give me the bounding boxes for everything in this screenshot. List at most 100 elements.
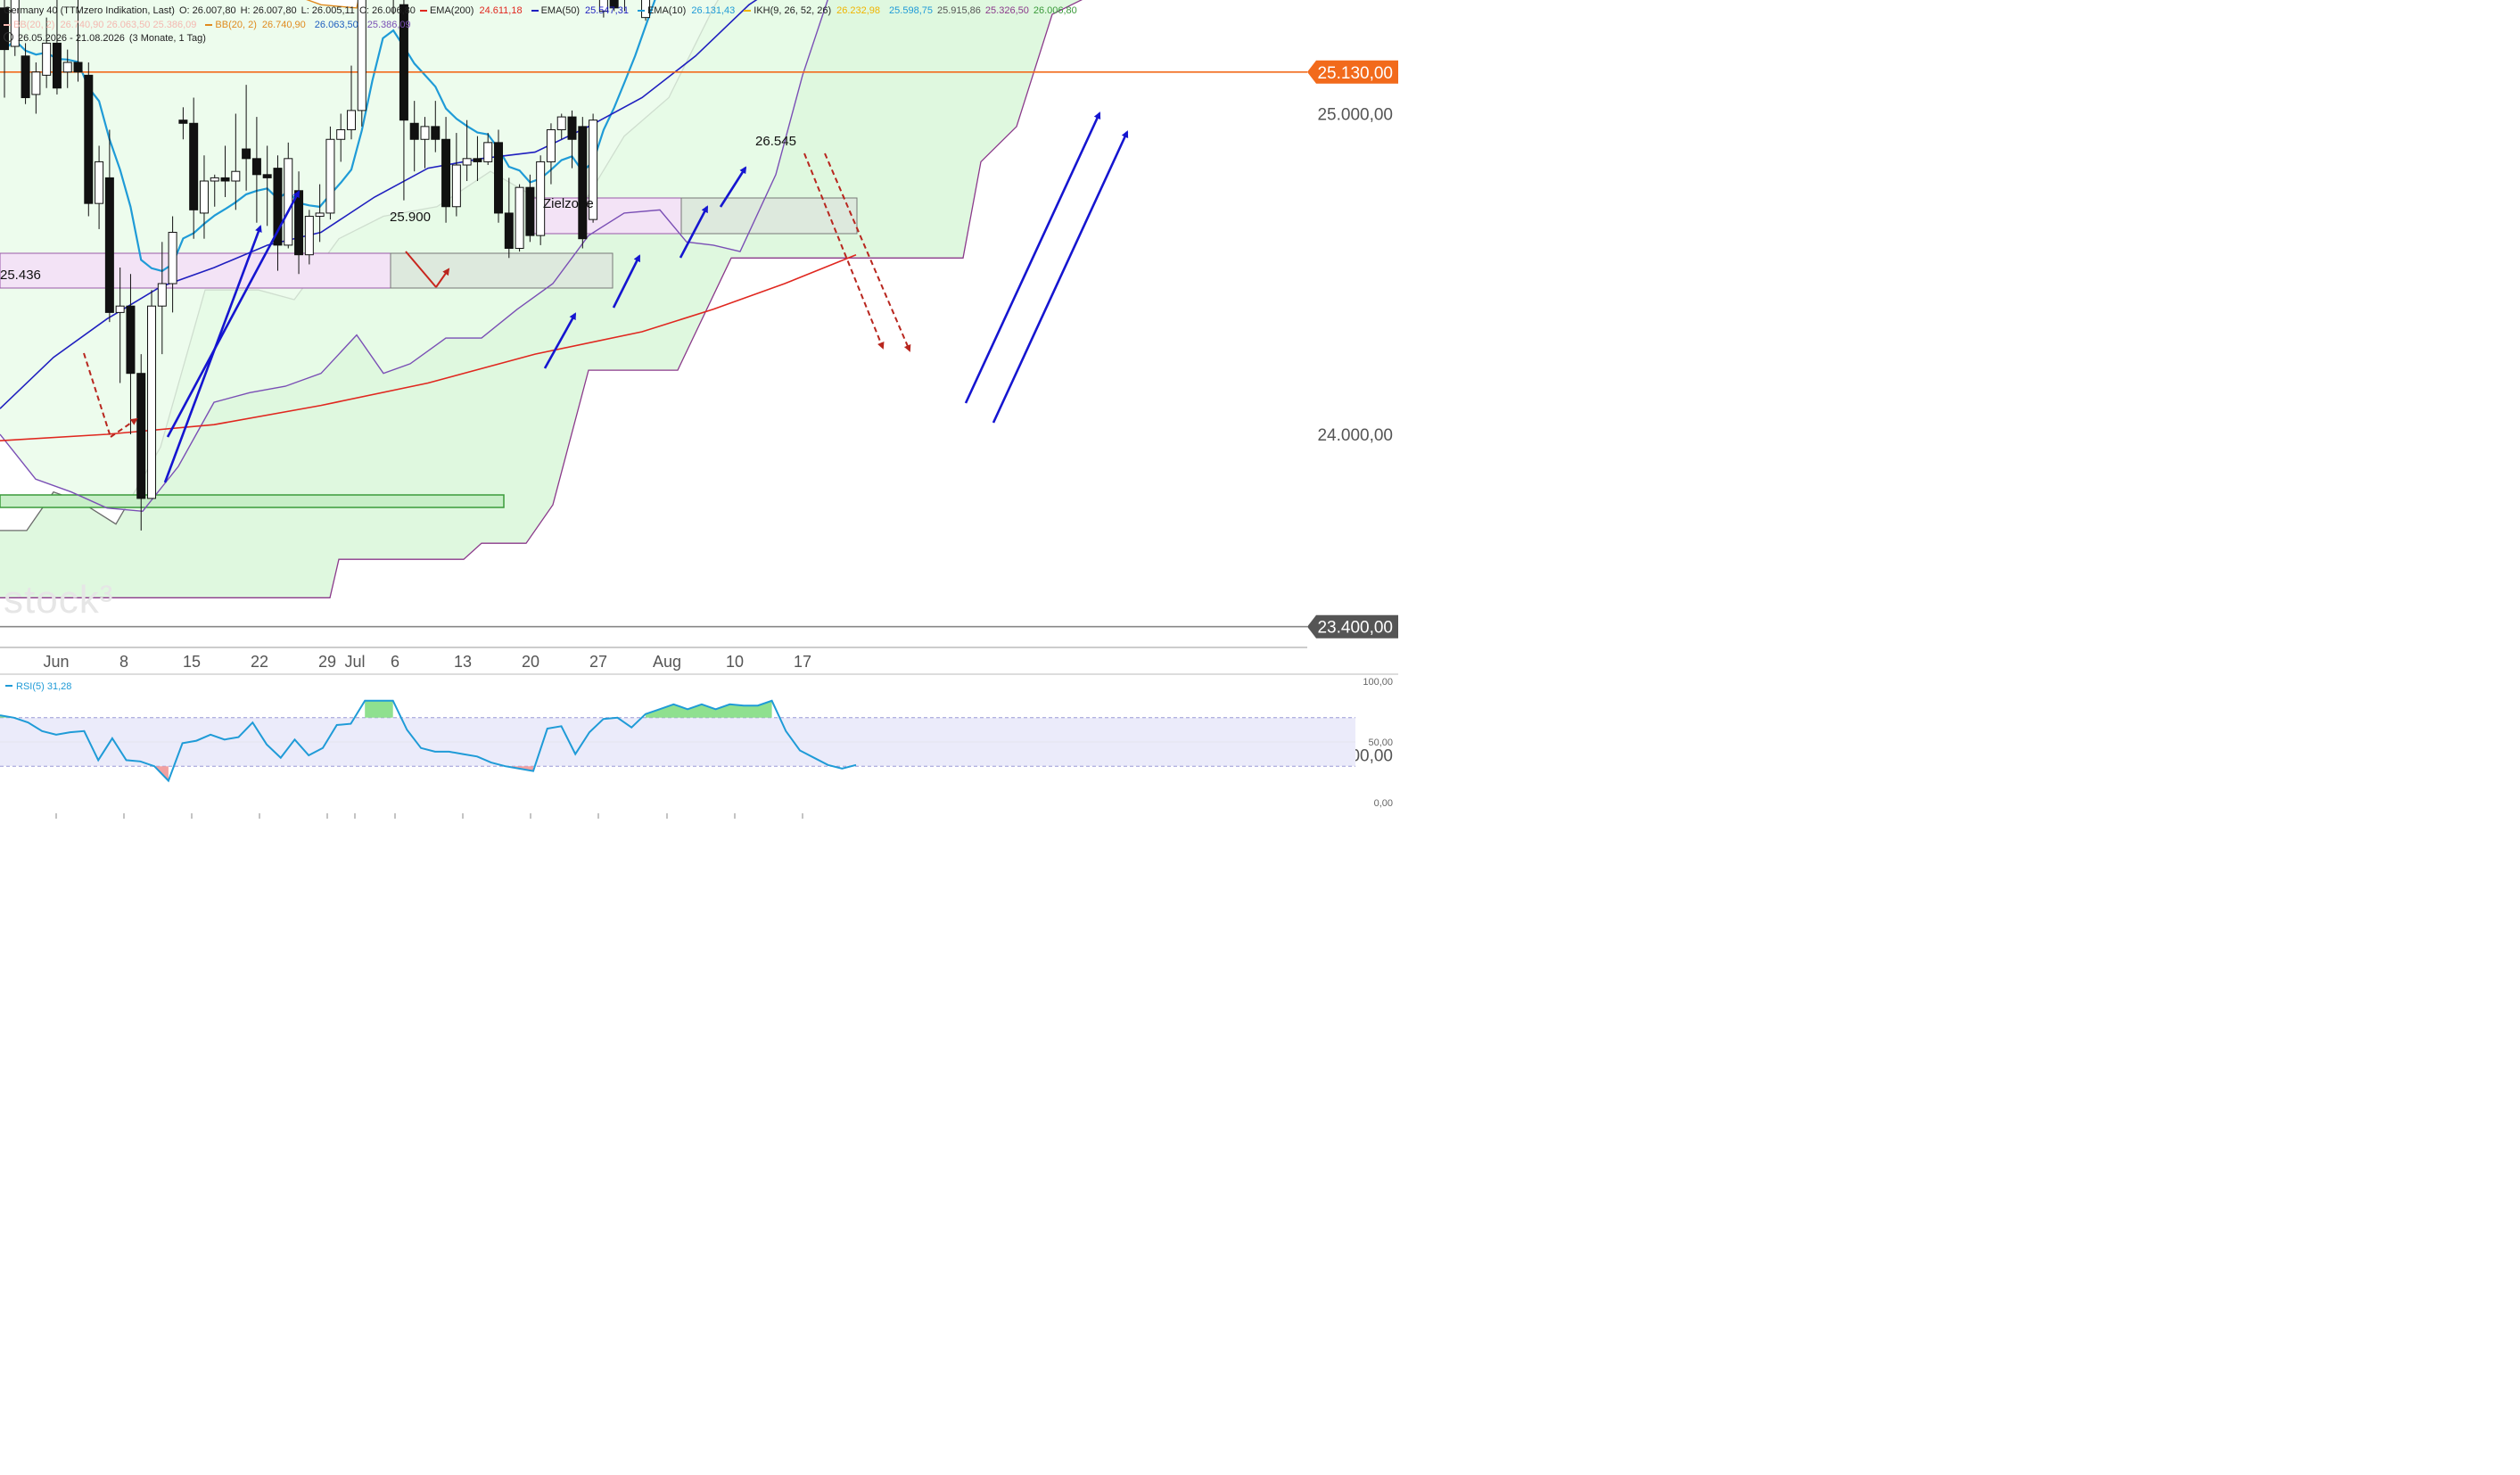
candle-up: [62, 62, 72, 73]
x-tick-label: 10: [726, 653, 744, 671]
candle-up: [515, 186, 524, 249]
open-value: O: 26.007,80: [178, 5, 236, 16]
candle-up: [95, 161, 104, 204]
rsi-tick-label: 50,00: [1368, 738, 1393, 748]
candle-down: [431, 126, 441, 140]
legend-item[interactable]: IKH(9, 26, 52, 26) 26.232,98: [744, 5, 885, 16]
candle-down: [294, 190, 304, 256]
chart-svg: 25.43625.90026.545Zielzone 22.000,0023.0…: [0, 0, 1398, 1087]
candle-down: [84, 74, 94, 204]
rsi-tick-label: 0,00: [1374, 798, 1393, 809]
candle-up: [284, 158, 293, 246]
candle-down: [21, 55, 30, 99]
blue-trend-arrow: [992, 130, 1129, 424]
rsi-zone-fill: [645, 700, 772, 718]
candle-up: [42, 42, 52, 76]
bollinger-legend: BB(20, 2) 26.740,90 26.063,50 25.386,09 BB…: [4, 20, 420, 30]
x-tick-label: 15: [183, 653, 201, 671]
support-zone-23400: [0, 494, 505, 508]
candle-down: [73, 62, 83, 73]
x-tick-label: Jun: [43, 653, 69, 671]
candle: [147, 290, 157, 499]
candle: [494, 129, 504, 223]
x-tick-label: 6: [391, 653, 399, 671]
candle-down: [251, 158, 261, 176]
candle-up: [462, 158, 472, 166]
candle-down: [52, 42, 62, 89]
x-tick-label: 29: [318, 653, 336, 671]
legend-line-2: BB(20, 2) 26.740,90 26.063,50 25.386,09 BB…: [4, 19, 424, 31]
candle-up: [210, 177, 219, 182]
ichimoku-value: 26.006,80: [1033, 5, 1077, 16]
x-tick-label: 27: [589, 653, 607, 671]
y-tick-label: 25.000,00: [1317, 106, 1393, 125]
x-tick-label: 8: [119, 653, 128, 671]
x-tick-label: Jul: [344, 653, 365, 671]
ichimoku-cloud: [0, 0, 1083, 598]
legend-item[interactable]: EMA(200) 24.611,18: [419, 5, 527, 16]
candle-down: [504, 212, 514, 249]
candle-up: [556, 116, 566, 130]
candle-up: [546, 128, 556, 162]
candle-down: [136, 373, 146, 499]
candle: [515, 184, 524, 252]
rsi-zone-fill: [365, 700, 393, 718]
high-value: H: 26.007,80: [240, 5, 297, 16]
price-tag: 23.400,00: [1307, 614, 1398, 639]
candle-down: [578, 126, 588, 240]
legend-item[interactable]: BB(20, 2) 26.740,90: [205, 20, 309, 30]
candle-up: [483, 142, 493, 162]
candle-up: [346, 110, 356, 130]
candle-down: [104, 177, 114, 313]
chart-area: 25.43625.90026.545Zielzone 22.000,0023.0…: [0, 0, 1398, 1087]
zone-25436: [0, 252, 391, 289]
low-value: L: 26.005,11: [301, 5, 355, 16]
zielzone-box-right: [680, 197, 858, 235]
candle-down: [262, 174, 272, 178]
candle-up: [420, 126, 430, 140]
legend-item: 25.386,09: [366, 20, 411, 30]
candle: [325, 126, 335, 220]
candle: [578, 117, 588, 249]
candle-up: [325, 138, 335, 214]
instrument-name[interactable]: Germany 40 (TTMzero Indikation, Last): [4, 5, 175, 16]
x-tick-label: 13: [454, 653, 472, 671]
candle: [284, 142, 293, 249]
candle-up: [147, 305, 157, 499]
candle-up: [451, 164, 461, 208]
legend-line-3: 26.05.2026 - 21.08.2026 (3 Monate, 1 Tag): [4, 32, 210, 45]
candle-down: [473, 158, 482, 162]
candle-up: [157, 283, 167, 307]
annotation-label: 25.900: [390, 210, 431, 225]
y-tick-label: 24.000,00: [1317, 426, 1393, 445]
legend-line-1: Germany 40 (TTMzero Indikation, Last) O: …: [4, 4, 1086, 17]
x-tick-label: Aug: [653, 653, 681, 671]
candle-down: [220, 177, 230, 182]
x-tick-label: 20: [522, 653, 539, 671]
close-value: C: 26.006,80: [358, 5, 416, 16]
x-tick-label: 22: [251, 653, 268, 671]
annotation-label: 25.436: [0, 268, 41, 283]
candle-up: [231, 170, 241, 182]
price-tag-label: 23.400,00: [1317, 619, 1393, 638]
date-range-detail: (3 Monate, 1 Tag): [128, 33, 206, 44]
annotation-label: Zielzone: [543, 196, 594, 211]
y-axis: 22.000,0023.000,0024.000,0025.000,0027.0…: [1317, 106, 1393, 1087]
candle-up: [304, 216, 314, 256]
rsi-tick-label: 100,00: [1363, 677, 1393, 688]
candle-down: [126, 305, 136, 375]
rsi-legend-label: RSI(5) 31,28: [16, 681, 71, 692]
annotation-label: 26.545: [755, 134, 796, 149]
candle-down: [189, 122, 199, 210]
clock-icon: [4, 32, 13, 42]
candle-down: [178, 119, 188, 124]
candle-down: [441, 138, 451, 208]
candle-up: [168, 232, 177, 284]
candle-up: [115, 305, 125, 313]
legend-item[interactable]: EMA(10) 26.131,43: [637, 5, 739, 16]
candle: [84, 62, 94, 217]
legend-item[interactable]: BB(20, 2) 26.740,90 26.063,50 25.386,09: [4, 20, 201, 30]
candle-up: [315, 212, 325, 218]
legend-item[interactable]: EMA(50) 25.547,31: [531, 5, 633, 16]
zone-consolidation: [390, 252, 614, 289]
